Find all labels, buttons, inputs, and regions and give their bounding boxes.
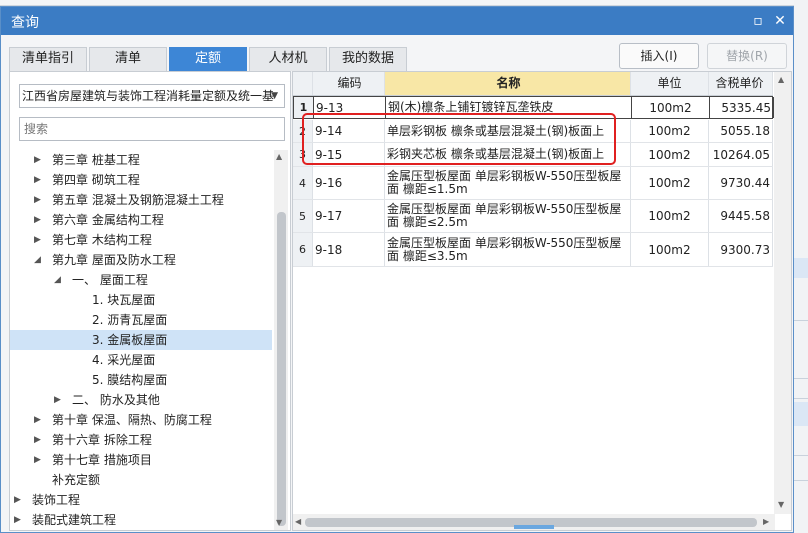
tree-node[interactable]: ▶ 第七章 木结构工程: [10, 230, 272, 250]
search-input[interactable]: [19, 117, 285, 141]
tree-node[interactable]: 5. 膜结构屋面: [10, 370, 272, 390]
expand-icon[interactable]: ▶: [34, 150, 41, 170]
header-code[interactable]: 编码: [313, 72, 385, 95]
header-unit[interactable]: 单位: [631, 72, 709, 95]
expand-icon[interactable]: ▶: [34, 170, 41, 190]
tree-scrollbar[interactable]: ▲ ▼: [274, 150, 288, 530]
resize-grip[interactable]: [514, 525, 554, 529]
quota-grid: 编码 名称 单位 含税单价 1 9-13 钢(木)檩条上铺钉镀锌瓦垄铁皮 100…: [292, 71, 792, 531]
quota-tree-panel: 江西省房屋建筑与装饰工程消耗量定额及统一基 ▼ ▶第三章 桩基工程 ▶第四章 砌…: [9, 71, 291, 531]
table-row[interactable]: 3 9-15 彩钢夹芯板 檩条或基层混凝土(钢)板面上 100m2 10264.…: [293, 143, 773, 167]
tree-node[interactable]: ▶ 第三章 桩基工程: [10, 150, 272, 170]
scroll-down-icon[interactable]: ▼: [276, 518, 282, 527]
table-row[interactable]: 6 9-18 金属压型板屋面 单层彩钢板W-550压型板屋面 檩距≤3.5m 1…: [293, 233, 773, 267]
replace-button[interactable]: 替换(R): [707, 43, 787, 69]
scroll-right-icon[interactable]: ▶: [763, 517, 769, 526]
header-price[interactable]: 含税单价: [709, 72, 773, 95]
header-name[interactable]: 名称: [385, 72, 631, 95]
expand-icon[interactable]: ▶: [34, 430, 41, 450]
expand-icon[interactable]: ▶: [14, 490, 21, 510]
quota-library-select[interactable]: 江西省房屋建筑与装饰工程消耗量定额及统一基 ▼: [19, 84, 285, 108]
insert-button[interactable]: 插入(I): [619, 43, 699, 69]
grid-vertical-scrollbar[interactable]: ▲ ▼: [774, 72, 791, 514]
scroll-down-icon[interactable]: ▼: [778, 500, 784, 509]
background-app-edge: [794, 0, 808, 533]
table-row[interactable]: 4 9-16 金属压型板屋面 单层彩钢板W-550压型板屋面 檩距≤1.5m 1…: [293, 167, 773, 200]
tree-node[interactable]: ▶ 二、 防水及其他: [10, 390, 272, 410]
restore-icon[interactable]: ▫: [747, 10, 769, 32]
tree-node[interactable]: ▶ 第十章 保温、隔热、防腐工程: [10, 410, 272, 430]
tree-node-selected[interactable]: 3. 金属板屋面: [10, 330, 272, 350]
tree-node[interactable]: ◢ 一、 屋面工程: [10, 270, 272, 290]
tab-my-data[interactable]: 我的数据: [329, 47, 407, 71]
tree-node[interactable]: ▶ 第四章 砌筑工程: [10, 170, 272, 190]
tab-list-guide[interactable]: 清单指引: [9, 47, 87, 71]
tree-node[interactable]: ▶ 装配式建筑工程: [10, 510, 272, 530]
collapse-icon[interactable]: ◢: [54, 270, 61, 290]
chevron-down-icon[interactable]: ▼: [271, 85, 278, 107]
scroll-up-icon[interactable]: ▲: [276, 152, 282, 161]
scroll-left-icon[interactable]: ◀: [295, 517, 301, 526]
expand-icon[interactable]: ▶: [34, 190, 41, 210]
query-dialog: 查询 ▫ ✕ 清单指引 清单 定额 人材机 我的数据 插入(I) 替换(R) 江…: [0, 6, 794, 533]
tree-node[interactable]: 2. 沥青瓦屋面: [10, 310, 272, 330]
dialog-title: 查询: [11, 15, 39, 31]
expand-icon[interactable]: ▶: [34, 230, 41, 250]
expand-icon[interactable]: ▶: [14, 510, 21, 530]
tree-scroll-thumb[interactable]: [277, 212, 286, 526]
table-row[interactable]: 2 9-14 单层彩钢板 檩条或基层混凝土(钢)板面上 100m2 5055.1…: [293, 120, 773, 143]
table-row[interactable]: 1 9-13 钢(木)檩条上铺钉镀锌瓦垄铁皮 100m2 5335.45: [293, 96, 774, 119]
tree-node[interactable]: ▶ 第十六章 拆除工程: [10, 430, 272, 450]
grid-header: 编码 名称 单位 含税单价: [293, 72, 773, 96]
tree-node[interactable]: ▶ 第六章 金属结构工程: [10, 210, 272, 230]
tree-node[interactable]: ▶ 第十七章 措施项目: [10, 450, 272, 470]
tree-node[interactable]: ▶ 装饰工程: [10, 490, 272, 510]
expand-icon[interactable]: ▶: [54, 390, 61, 410]
tab-quota[interactable]: 定额: [169, 47, 247, 71]
tree-node[interactable]: ▶ 第五章 混凝土及钢筋混凝土工程: [10, 190, 272, 210]
tree-node[interactable]: 1. 块瓦屋面: [10, 290, 272, 310]
expand-icon[interactable]: ▶: [34, 410, 41, 430]
table-row[interactable]: 5 9-17 金属压型板屋面 单层彩钢板W-550压型板屋面 檩距≤2.5m 1…: [293, 200, 773, 233]
tab-labor-material[interactable]: 人材机: [249, 47, 327, 71]
expand-icon[interactable]: ▶: [34, 450, 41, 470]
expand-icon[interactable]: ▶: [34, 210, 41, 230]
chapter-tree: ▶ 第三章 桩基工程 ▶ 第四章 砌筑工程 ▶ 第五章 混凝土及钢筋混凝土工程 ▶ 第六…: [10, 150, 272, 530]
tree-node[interactable]: ◢ 第九章 屋面及防水工程: [10, 250, 272, 270]
close-icon[interactable]: ✕: [769, 10, 791, 32]
tree-node[interactable]: 补充定额: [10, 470, 272, 490]
tree-node[interactable]: 4. 采光屋面: [10, 350, 272, 370]
tab-list[interactable]: 清单: [89, 47, 167, 71]
quota-library-value: 江西省房屋建筑与装饰工程消耗量定额及统一基: [22, 89, 275, 103]
dialog-titlebar: 查询 ▫ ✕: [1, 7, 793, 35]
collapse-icon[interactable]: ◢: [34, 250, 41, 270]
scroll-up-icon[interactable]: ▲: [778, 75, 784, 84]
